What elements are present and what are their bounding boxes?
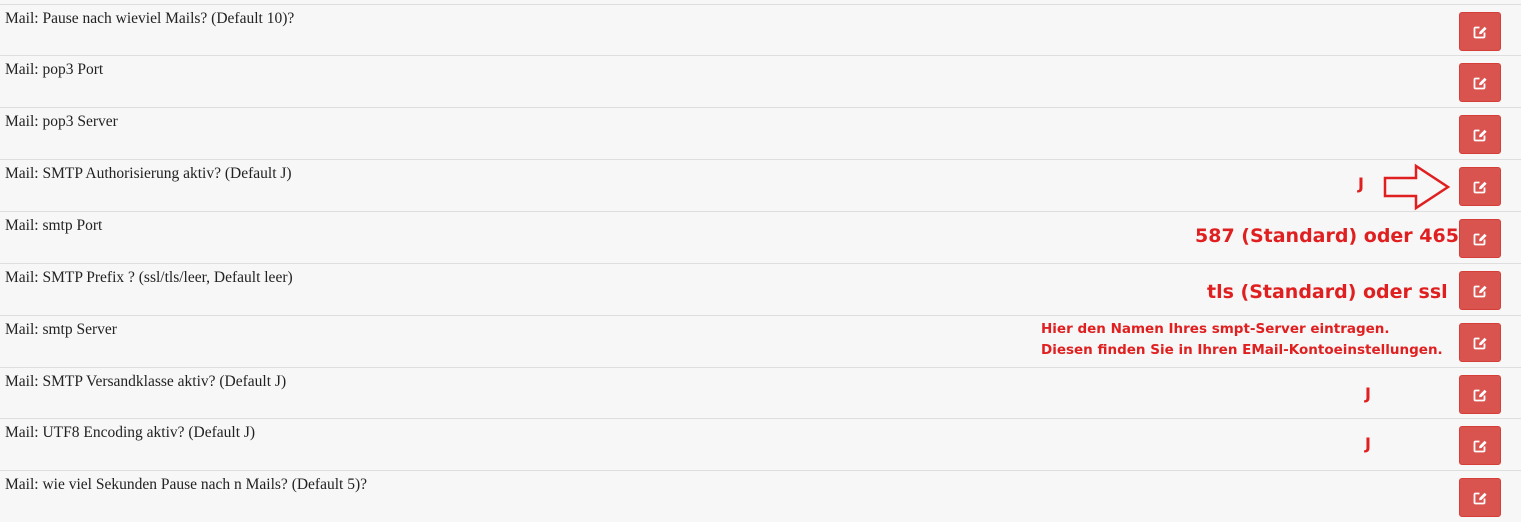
setting-label: Mail: SMTP Authorisierung aktiv? (Defaul… <box>5 165 292 182</box>
annotation-smtp-server-line1: Hier den Namen Ihres smpt-Server eintrag… <box>1041 321 1390 337</box>
setting-label: Mail: SMTP Prefix ? (ssl/tls/leer, Defau… <box>5 269 293 286</box>
edit-button[interactable] <box>1459 167 1501 206</box>
edit-button[interactable] <box>1459 426 1501 465</box>
arrow-right-icon <box>1383 163 1451 211</box>
list-item: Mail: wie viel Sekunden Pause nach n Mai… <box>0 470 1521 522</box>
edit-button[interactable] <box>1459 323 1501 362</box>
list-item: Mail: Pause nach wieviel Mails? (Default… <box>0 4 1521 56</box>
annotation-smtp-prefix: tls (Standard) oder ssl <box>1207 281 1448 303</box>
edit-button[interactable] <box>1459 115 1501 154</box>
setting-label: Mail: SMTP Versandklasse aktiv? (Default… <box>5 373 287 390</box>
edit-button[interactable] <box>1459 375 1501 414</box>
edit-square-icon <box>1473 389 1487 401</box>
edit-square-icon <box>1473 492 1487 504</box>
setting-label: Mail: Pause nach wieviel Mails? (Default… <box>5 10 295 27</box>
edit-button[interactable] <box>1459 63 1501 102</box>
annotation-smtp-port: 587 (Standard) oder 465 <box>1195 225 1459 247</box>
list-item: Mail: pop3 Port <box>0 55 1521 107</box>
edit-button[interactable] <box>1459 271 1501 310</box>
annotation-smtp-server-line2: Diesen finden Sie in Ihren EMail-Kontoei… <box>1041 342 1443 358</box>
annotation-smtp-auth: J <box>1358 174 1364 193</box>
setting-label: Mail: smtp Port <box>5 217 103 234</box>
edit-square-icon <box>1473 129 1487 141</box>
annotation-utf8: J <box>1365 434 1371 453</box>
edit-square-icon <box>1473 440 1487 452</box>
setting-label: Mail: pop3 Server <box>5 113 118 130</box>
setting-label: Mail: pop3 Port <box>5 61 104 78</box>
setting-label: Mail: wie viel Sekunden Pause nach n Mai… <box>5 476 367 493</box>
settings-list: Mail: Pause nach wieviel Mails? (Default… <box>0 0 1521 522</box>
list-item: Mail: UTF8 Encoding aktiv? (Default J) <box>0 418 1521 470</box>
annotation-smtp-versandklasse: J <box>1365 384 1371 403</box>
list-item: Mail: SMTP Authorisierung aktiv? (Defaul… <box>0 159 1521 211</box>
setting-label: Mail: smtp Server <box>5 321 117 338</box>
edit-button[interactable] <box>1459 478 1501 517</box>
list-item: Mail: pop3 Server <box>0 107 1521 159</box>
edit-square-icon <box>1473 233 1487 245</box>
edit-square-icon <box>1473 26 1487 38</box>
list-item: Mail: SMTP Versandklasse aktiv? (Default… <box>0 367 1521 419</box>
edit-button[interactable] <box>1459 12 1501 51</box>
edit-square-icon <box>1473 181 1487 193</box>
edit-square-icon <box>1473 77 1487 89</box>
setting-label: Mail: UTF8 Encoding aktiv? (Default J) <box>5 424 256 441</box>
edit-square-icon <box>1473 337 1487 349</box>
edit-button[interactable] <box>1459 219 1501 258</box>
edit-square-icon <box>1473 285 1487 297</box>
